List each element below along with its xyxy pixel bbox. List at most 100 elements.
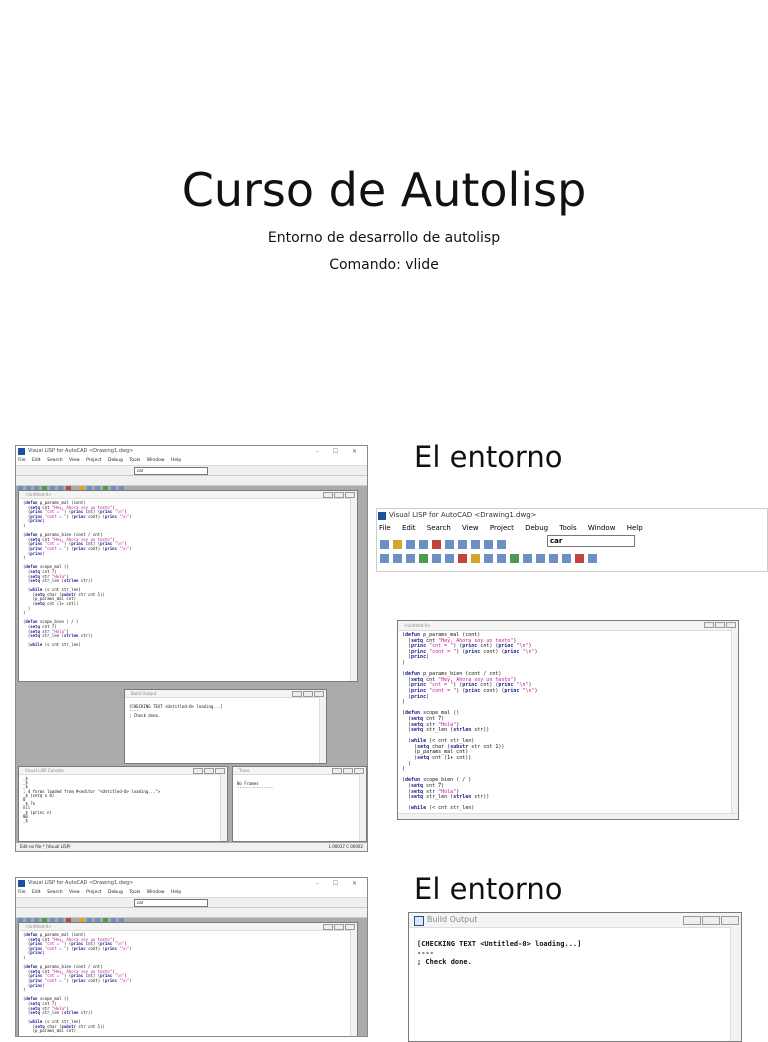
menu-file[interactable]: File: [18, 890, 26, 895]
step-icon[interactable]: [380, 554, 389, 563]
menu-edit[interactable]: Edit: [32, 890, 41, 895]
ide-toolbar-2: [16, 908, 367, 923]
reset-icon[interactable]: [445, 554, 454, 563]
editor-code[interactable]: (defun p_params_mal (cont) (setq cnt "He…: [398, 631, 738, 814]
vertical-scrollbar[interactable]: [350, 930, 357, 1036]
menu-debug[interactable]: Debug: [108, 890, 123, 895]
status-position: L 00037 C 00002: [328, 844, 363, 849]
maximize-icon[interactable]: [303, 691, 313, 697]
maximize-icon[interactable]: [334, 492, 344, 498]
editor-code[interactable]: (defun p_params_mal (cont) (setq cnt "He…: [19, 499, 357, 650]
build-output-window: Build Output [CHECKING TEXT <Untitled-0>…: [124, 689, 327, 764]
minimize-icon[interactable]: [323, 924, 333, 930]
continue-icon[interactable]: [419, 554, 428, 563]
check-icon[interactable]: [484, 554, 493, 563]
toolbar-zoom: Visual LISP for AutoCAD <Drawing1.dwg> F…: [376, 508, 768, 572]
menu-help[interactable]: Help: [171, 458, 181, 463]
vertical-scrollbar[interactable]: [350, 498, 357, 681]
watch-icon[interactable]: [549, 554, 558, 563]
vertical-scrollbar[interactable]: [731, 628, 738, 819]
menu-project[interactable]: Project: [86, 458, 101, 463]
vertical-scrollbar[interactable]: [319, 697, 326, 763]
editor-window: <Untitled-0> (defun p_params_mal (cont) …: [18, 490, 358, 682]
minimize-icon[interactable]: [332, 768, 342, 774]
minimize-icon[interactable]: [193, 768, 203, 774]
ide-toolbar-2: [16, 476, 367, 491]
format-icon[interactable]: [497, 554, 506, 563]
menu-window[interactable]: Window: [588, 524, 616, 532]
horizontal-scrollbar[interactable]: [398, 813, 738, 819]
ide-menubar: File Edit Search View Project Debug Tool…: [16, 457, 367, 466]
menu-file[interactable]: File: [18, 458, 26, 463]
step-over-icon[interactable]: [393, 554, 402, 563]
maximize-icon[interactable]: [204, 768, 214, 774]
minimize-icon[interactable]: [683, 916, 701, 925]
vertical-scrollbar[interactable]: [220, 774, 227, 841]
menu-file[interactable]: File: [379, 524, 391, 532]
ide-title: Visual LISP for AutoCAD <Drawing1.dwg>: [28, 448, 134, 454]
menu-tools[interactable]: Tools: [559, 524, 576, 532]
maximize-icon[interactable]: [334, 924, 344, 930]
trace-window: Trace No Frames ---------------: [232, 766, 367, 842]
menu-edit[interactable]: Edit: [32, 458, 41, 463]
vlisp-logo-icon: [18, 448, 25, 455]
help-icon[interactable]: [588, 554, 597, 563]
menu-search[interactable]: Search: [47, 458, 62, 463]
inspect-icon[interactable]: [536, 554, 545, 563]
zoom-toolbar-2: [377, 548, 767, 563]
trace-icon[interactable]: [562, 554, 571, 563]
uncomment-icon[interactable]: [523, 554, 532, 563]
build-output-title: Build Output: [125, 690, 326, 698]
editor-title: <Untitled-0>: [19, 491, 357, 499]
menu-help[interactable]: Help: [171, 890, 181, 895]
menu-project[interactable]: Project: [86, 890, 101, 895]
console-line: _$: [23, 818, 28, 824]
step-out-icon[interactable]: [406, 554, 415, 563]
editor-code[interactable]: (defun p_params_mal (cont) (setq cnt "He…: [19, 931, 357, 1036]
vertical-scrollbar[interactable]: [359, 774, 366, 841]
maximize-icon[interactable]: [715, 622, 725, 628]
menu-search[interactable]: Search: [47, 890, 62, 895]
minimize-icon[interactable]: [704, 622, 714, 628]
window-controls[interactable]: – ☐ ✕: [316, 878, 363, 889]
trace-line: ---------------: [237, 785, 274, 791]
console-text[interactable]: _$ _$ _$; 4 forms loaded from #<editor "<U…: [19, 775, 227, 825]
build-output-line: ; Check done.: [129, 712, 161, 718]
symbol-icon[interactable]: [575, 554, 584, 563]
breakpoint-icon[interactable]: [458, 554, 467, 563]
menu-debug[interactable]: Debug: [108, 458, 123, 463]
ide-toolbar-1: car: [16, 898, 367, 913]
menu-project[interactable]: Project: [490, 524, 514, 532]
slide-title: Curso de Autolisp: [181, 163, 587, 217]
window-controls[interactable]: – ☐ ✕: [316, 446, 363, 457]
menu-search[interactable]: Search: [427, 524, 451, 532]
vlisp-ide-screenshot: Visual LISP for AutoCAD <Drawing1.dwg> –…: [15, 445, 368, 852]
menu-tools[interactable]: Tools: [129, 458, 140, 463]
menu-window[interactable]: Window: [147, 458, 165, 463]
ide-menubar: File Edit Search View Project Debug Tool…: [16, 889, 367, 898]
menu-debug[interactable]: Debug: [525, 524, 548, 532]
search-combo[interactable]: car: [134, 467, 208, 475]
comment-icon[interactable]: [510, 554, 519, 563]
vlisp-logo-icon: [18, 880, 25, 887]
search-combo[interactable]: car: [134, 899, 208, 907]
menu-view[interactable]: View: [69, 890, 80, 895]
close-icon[interactable]: [721, 916, 739, 925]
maximize-icon[interactable]: [343, 768, 353, 774]
menu-window[interactable]: Window: [147, 890, 165, 895]
menu-tools[interactable]: Tools: [129, 890, 140, 895]
menu-edit[interactable]: Edit: [402, 524, 416, 532]
menu-view[interactable]: View: [462, 524, 479, 532]
menu-help[interactable]: Help: [627, 524, 643, 532]
quit-icon[interactable]: [432, 554, 441, 563]
minimize-icon[interactable]: [292, 691, 302, 697]
build-output-text: [CHECKING TEXT <Untitled-0> loading...] -…: [409, 928, 741, 970]
menu-view[interactable]: View: [69, 458, 80, 463]
maximize-icon[interactable]: [702, 916, 720, 925]
minimize-icon[interactable]: [323, 492, 333, 498]
search-combo[interactable]: car: [547, 535, 635, 547]
section1-heading: El entorno: [414, 440, 563, 474]
slide-subtitle: Entorno de desarrollo de autolisp: [267, 230, 501, 246]
section2-heading: El entorno: [414, 872, 563, 906]
load-icon[interactable]: [471, 554, 480, 563]
